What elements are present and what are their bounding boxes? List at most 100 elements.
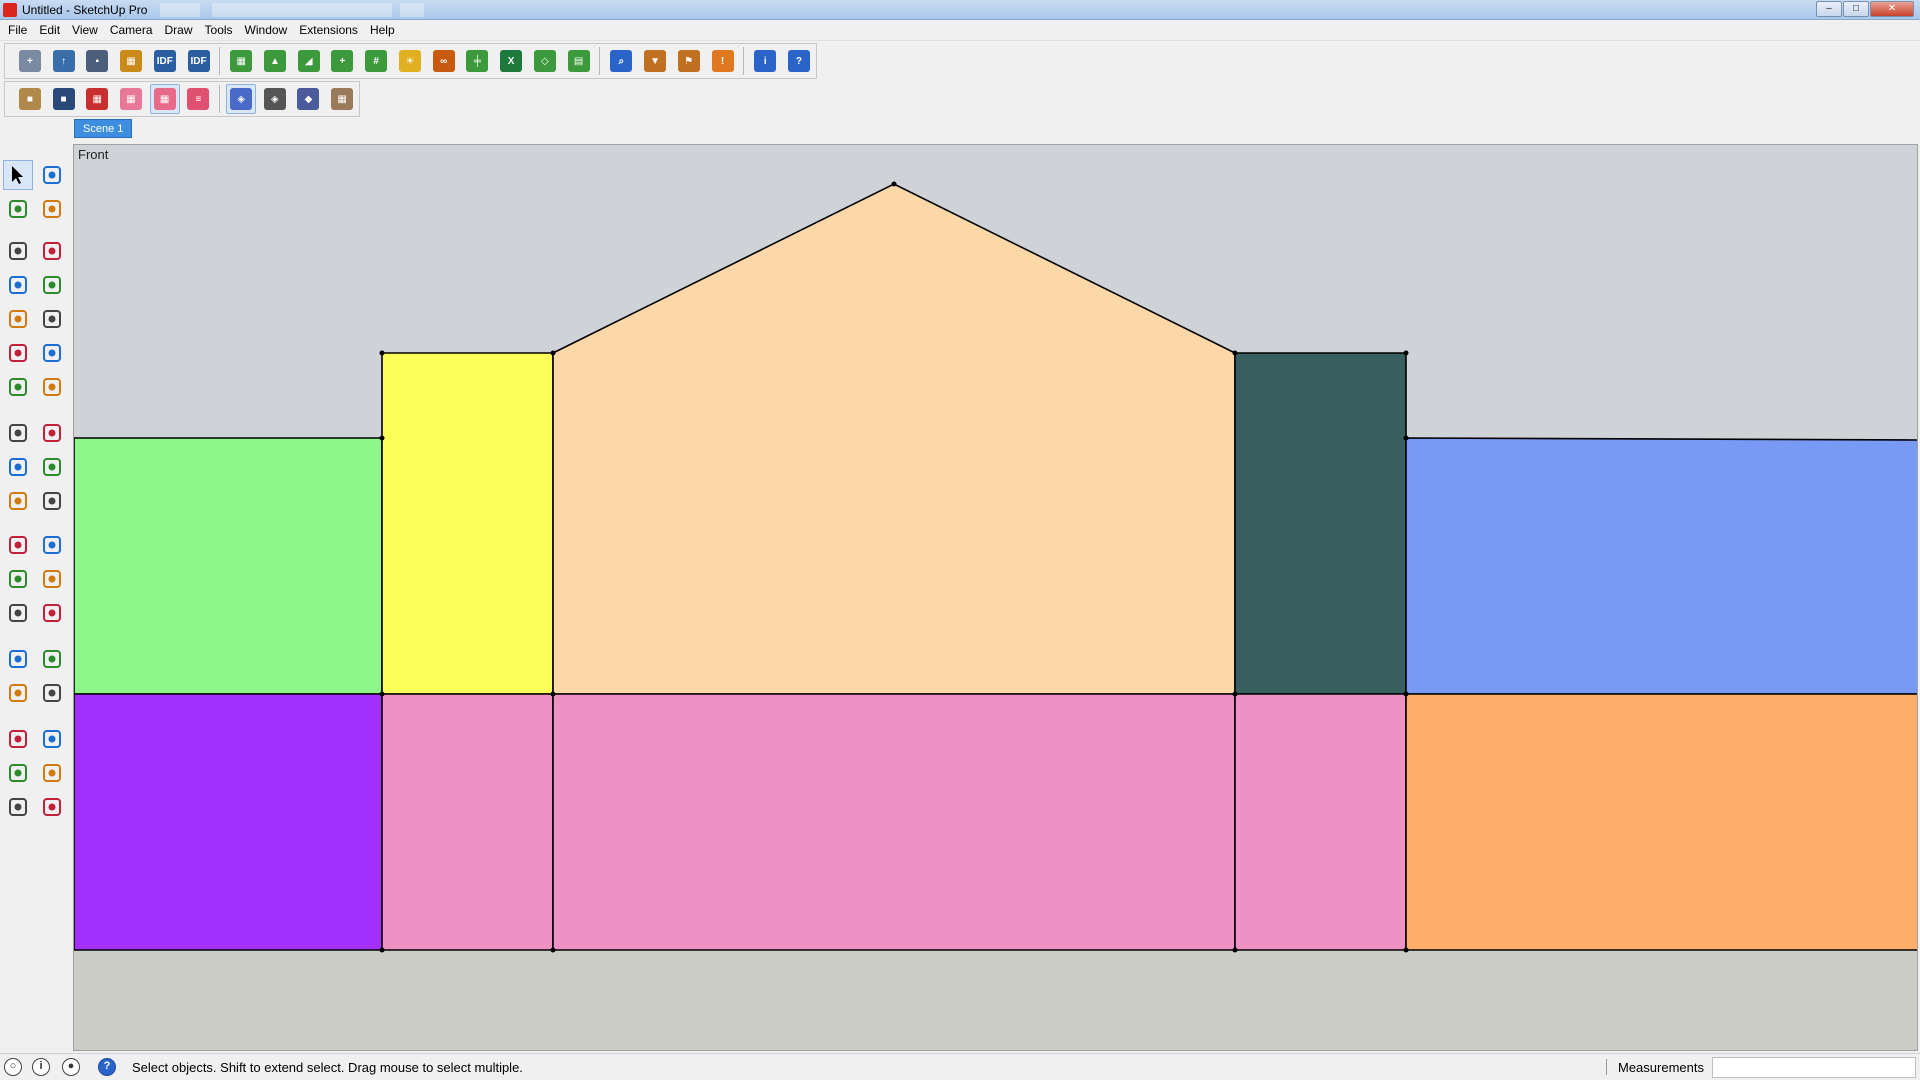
excel-button[interactable]: X [496,46,526,76]
protractor-tool[interactable] [3,564,33,594]
wireframe-cube-button[interactable]: ◈ [226,84,256,114]
push-pull-tool[interactable] [37,418,67,448]
component-tool[interactable] [37,160,67,190]
geolocation-icon[interactable]: ○ [4,1058,22,1076]
filter-button[interactable]: ▼ [640,46,670,76]
close-button[interactable]: ✕ [1870,1,1914,17]
orbit-tool[interactable] [3,644,33,674]
three-point-arc-tool[interactable] [37,372,67,402]
rotate-tool[interactable] [3,452,33,482]
credits-icon[interactable]: i [32,1058,50,1076]
blue-face[interactable] [1405,437,1918,695]
search-button[interactable]: ⌕ [606,46,636,76]
hidden-cube-button[interactable]: ◈ [260,84,290,114]
info-cube-icon: i [754,50,777,72]
surface-button[interactable]: ◢ [294,46,324,76]
rectangle-tool[interactable] [3,270,33,300]
menu-extensions[interactable]: Extensions [293,21,364,40]
tape-measure-tool[interactable] [3,530,33,560]
menu-edit[interactable]: Edit [33,21,66,40]
3d-text-tool[interactable] [37,598,67,628]
red-cubes-button[interactable]: ▦ [82,84,112,114]
pink-face-left[interactable] [381,693,554,951]
zoom-extents-tool[interactable] [3,724,33,754]
pink-stack-button[interactable]: ▦ [149,84,180,114]
plane-button[interactable]: ◇ [530,46,560,76]
add-point-button[interactable]: + [328,46,358,76]
menu-draw[interactable]: Draw [159,21,199,40]
pointer-flag-button[interactable]: ⚑ [674,46,704,76]
move-tool[interactable] [3,418,33,448]
zone-button[interactable]: ▦ [226,46,256,76]
pink-face-right[interactable] [1234,693,1407,951]
arc-tool[interactable] [3,338,33,368]
menu-tools[interactable]: Tools [199,21,239,40]
zoom-tool[interactable] [3,678,33,708]
scale-tool[interactable] [3,486,33,516]
circle-tool[interactable] [3,304,33,334]
user-account-icon[interactable]: ● [62,1058,80,1076]
minimize-button[interactable]: – [1816,1,1842,17]
glasses-button[interactable]: ∞ [429,46,459,76]
offset-tool[interactable] [37,486,67,516]
pink-face-center[interactable] [552,693,1236,951]
model-drawing[interactable] [74,145,1918,1051]
pan-tool[interactable] [37,644,67,674]
calendar-button[interactable]: ▦ [327,84,357,114]
save-button[interactable]: ▪ [82,46,112,76]
help-cube-button[interactable]: ? [784,46,814,76]
idf-export-button[interactable]: IDF [184,46,214,76]
rotated-rectangle-tool[interactable] [37,270,67,300]
freehand-tool[interactable] [37,236,67,266]
menu-window[interactable]: Window [239,21,294,40]
idf-import-button[interactable]: IDF [150,46,180,76]
position-camera-tool[interactable] [3,758,33,788]
light-bulb-button[interactable]: ☀ [395,46,425,76]
scene-tab[interactable]: Scene 1 [74,119,133,138]
blue-box-button[interactable]: ■ [49,84,79,114]
pencil-tool[interactable] [3,236,33,266]
walk-tool[interactable] [3,792,33,822]
previous-view-tool[interactable] [37,724,67,754]
grid-button[interactable]: # [361,46,391,76]
purple-face[interactable] [74,693,383,951]
look-around-tool[interactable] [37,758,67,788]
two-point-arc-tool[interactable] [3,372,33,402]
shaded-cube-button[interactable]: ◆ [294,84,324,114]
new-model-button[interactable]: + [15,46,45,76]
pie-tool[interactable] [37,338,67,368]
dimension-tool[interactable] [37,530,67,560]
select-arrow-tool[interactable] [3,160,33,190]
tiles-button[interactable]: ▤ [564,46,594,76]
drawing-viewport[interactable]: Front [73,144,1918,1051]
section-plane-tool[interactable] [37,792,67,822]
yellow-face[interactable] [381,352,554,695]
open-file-button[interactable]: ↑ [49,46,79,76]
axes-tool[interactable] [3,598,33,628]
follow-me-tool[interactable] [37,452,67,482]
pipe-button[interactable]: ╪ [463,46,493,76]
eraser-tool[interactable] [37,194,67,224]
help-icon[interactable]: ? [98,1058,116,1076]
zoom-window-tool[interactable] [37,678,67,708]
menu-view[interactable]: View [66,21,104,40]
polygon-tool[interactable] [37,304,67,334]
measurements-input[interactable] [1712,1057,1916,1078]
components-button[interactable]: ▦ [116,46,146,76]
save-icon: ▪ [86,50,109,72]
warning-button[interactable]: ! [708,46,738,76]
teal-face[interactable] [1234,352,1407,695]
space-button[interactable]: ▲ [260,46,290,76]
menu-camera[interactable]: Camera [104,21,159,40]
menu-help[interactable]: Help [364,21,401,40]
maximize-button[interactable]: □ [1843,1,1869,17]
text-tool[interactable] [37,564,67,594]
box-button[interactable]: ■ [15,84,45,114]
pink-cubes-button[interactable]: ▦ [116,84,146,114]
menu-file[interactable]: File [2,21,33,40]
paint-bucket-tool[interactable] [3,194,33,224]
info-cube-button[interactable]: i [750,46,780,76]
orange-face[interactable] [1405,693,1918,951]
layers-button[interactable]: ≡ [184,84,214,114]
green-face[interactable] [74,437,383,695]
